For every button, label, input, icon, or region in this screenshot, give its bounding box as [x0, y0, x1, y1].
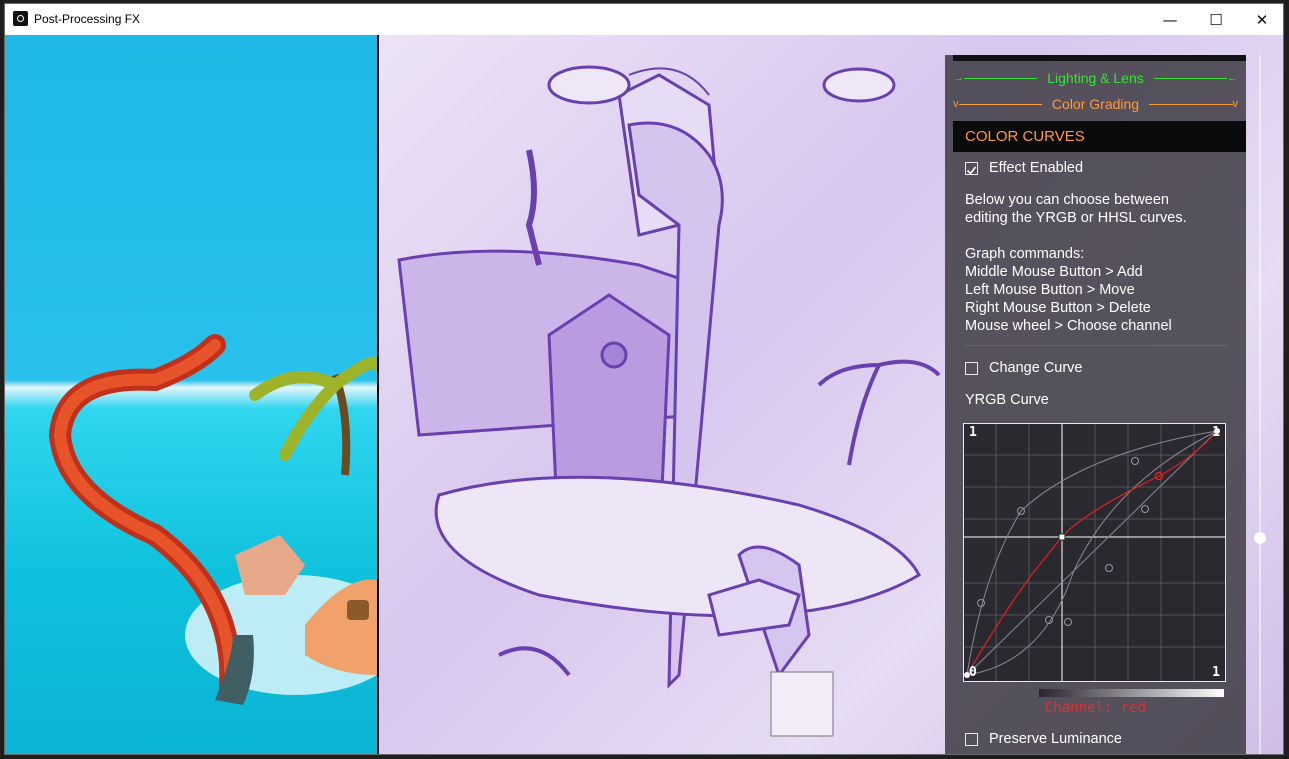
game-viewport[interactable]: → Lighting & Lens ← v Color Grading v CO…	[5, 35, 1283, 754]
arrow-icon: ←	[1227, 72, 1238, 84]
maximize-button[interactable]: ☐	[1193, 4, 1239, 35]
section-color-grading[interactable]: v Color Grading v	[953, 93, 1238, 115]
graph-label-bottom-right: 1	[1212, 665, 1220, 680]
graph-label-top-left: 1	[969, 425, 977, 440]
panel-scrollbar-thumb[interactable]	[1254, 532, 1266, 544]
section-lighting-lens-label: Lighting & Lens	[1047, 70, 1144, 86]
commands-title: Graph commands:	[965, 246, 1085, 262]
panel-scrollbar[interactable]	[1259, 55, 1261, 754]
window-title: Post-Processing FX	[34, 12, 141, 26]
preserve-luminance-checkbox[interactable]	[965, 733, 978, 746]
scene-original	[5, 35, 377, 754]
section-color-grading-label: Color Grading	[1051, 96, 1140, 112]
app-icon	[13, 11, 28, 26]
change-curve-checkbox[interactable]	[965, 362, 978, 375]
settings-panel[interactable]: → Lighting & Lens ← v Color Grading v CO…	[945, 55, 1246, 754]
arrow-icon: →	[953, 72, 964, 84]
graph-label-bottom-left: 0	[969, 665, 977, 680]
command-item: Left Mouse Button > Move	[965, 282, 1135, 298]
effect-enabled-label: Effect Enabled	[989, 160, 1084, 176]
scene-original-art	[48, 334, 377, 705]
section-lighting-lens[interactable]: → Lighting & Lens ←	[953, 67, 1238, 89]
title-bar[interactable]: Post-Processing FX — ☐ ✕	[5, 4, 1283, 35]
curve-title: YRGB Curve	[965, 392, 1049, 408]
graph-label-top-right: 1	[1212, 425, 1220, 440]
chevron-down-icon: v	[1232, 98, 1239, 110]
command-item: Right Mouse Button > Delete	[965, 300, 1151, 316]
separator	[965, 345, 1227, 346]
check-icon	[966, 166, 977, 175]
command-item: Middle Mouse Button > Add	[965, 264, 1143, 280]
close-button[interactable]: ✕	[1239, 4, 1283, 35]
preserve-luminance-label: Preserve Luminance	[989, 731, 1122, 747]
channel-label: Channel: red	[1044, 700, 1147, 716]
channel-gradient-bar	[1039, 689, 1224, 697]
app-window: Post-Processing FX — ☐ ✕ → Lighting & Le…	[4, 3, 1284, 755]
effect-enabled-checkbox[interactable]	[965, 162, 978, 175]
minimize-button[interactable]: —	[1147, 4, 1193, 35]
change-curve-label: Change Curve	[989, 360, 1083, 376]
curve-graph[interactable]: 1 1 0 1	[963, 423, 1226, 682]
color-curves-header: COLOR CURVES	[953, 121, 1246, 152]
command-item: Mouse wheel > Choose channel	[965, 318, 1172, 334]
description-text: Below you can choose between editing the…	[965, 192, 1187, 226]
panel-top-edge	[953, 55, 1246, 61]
